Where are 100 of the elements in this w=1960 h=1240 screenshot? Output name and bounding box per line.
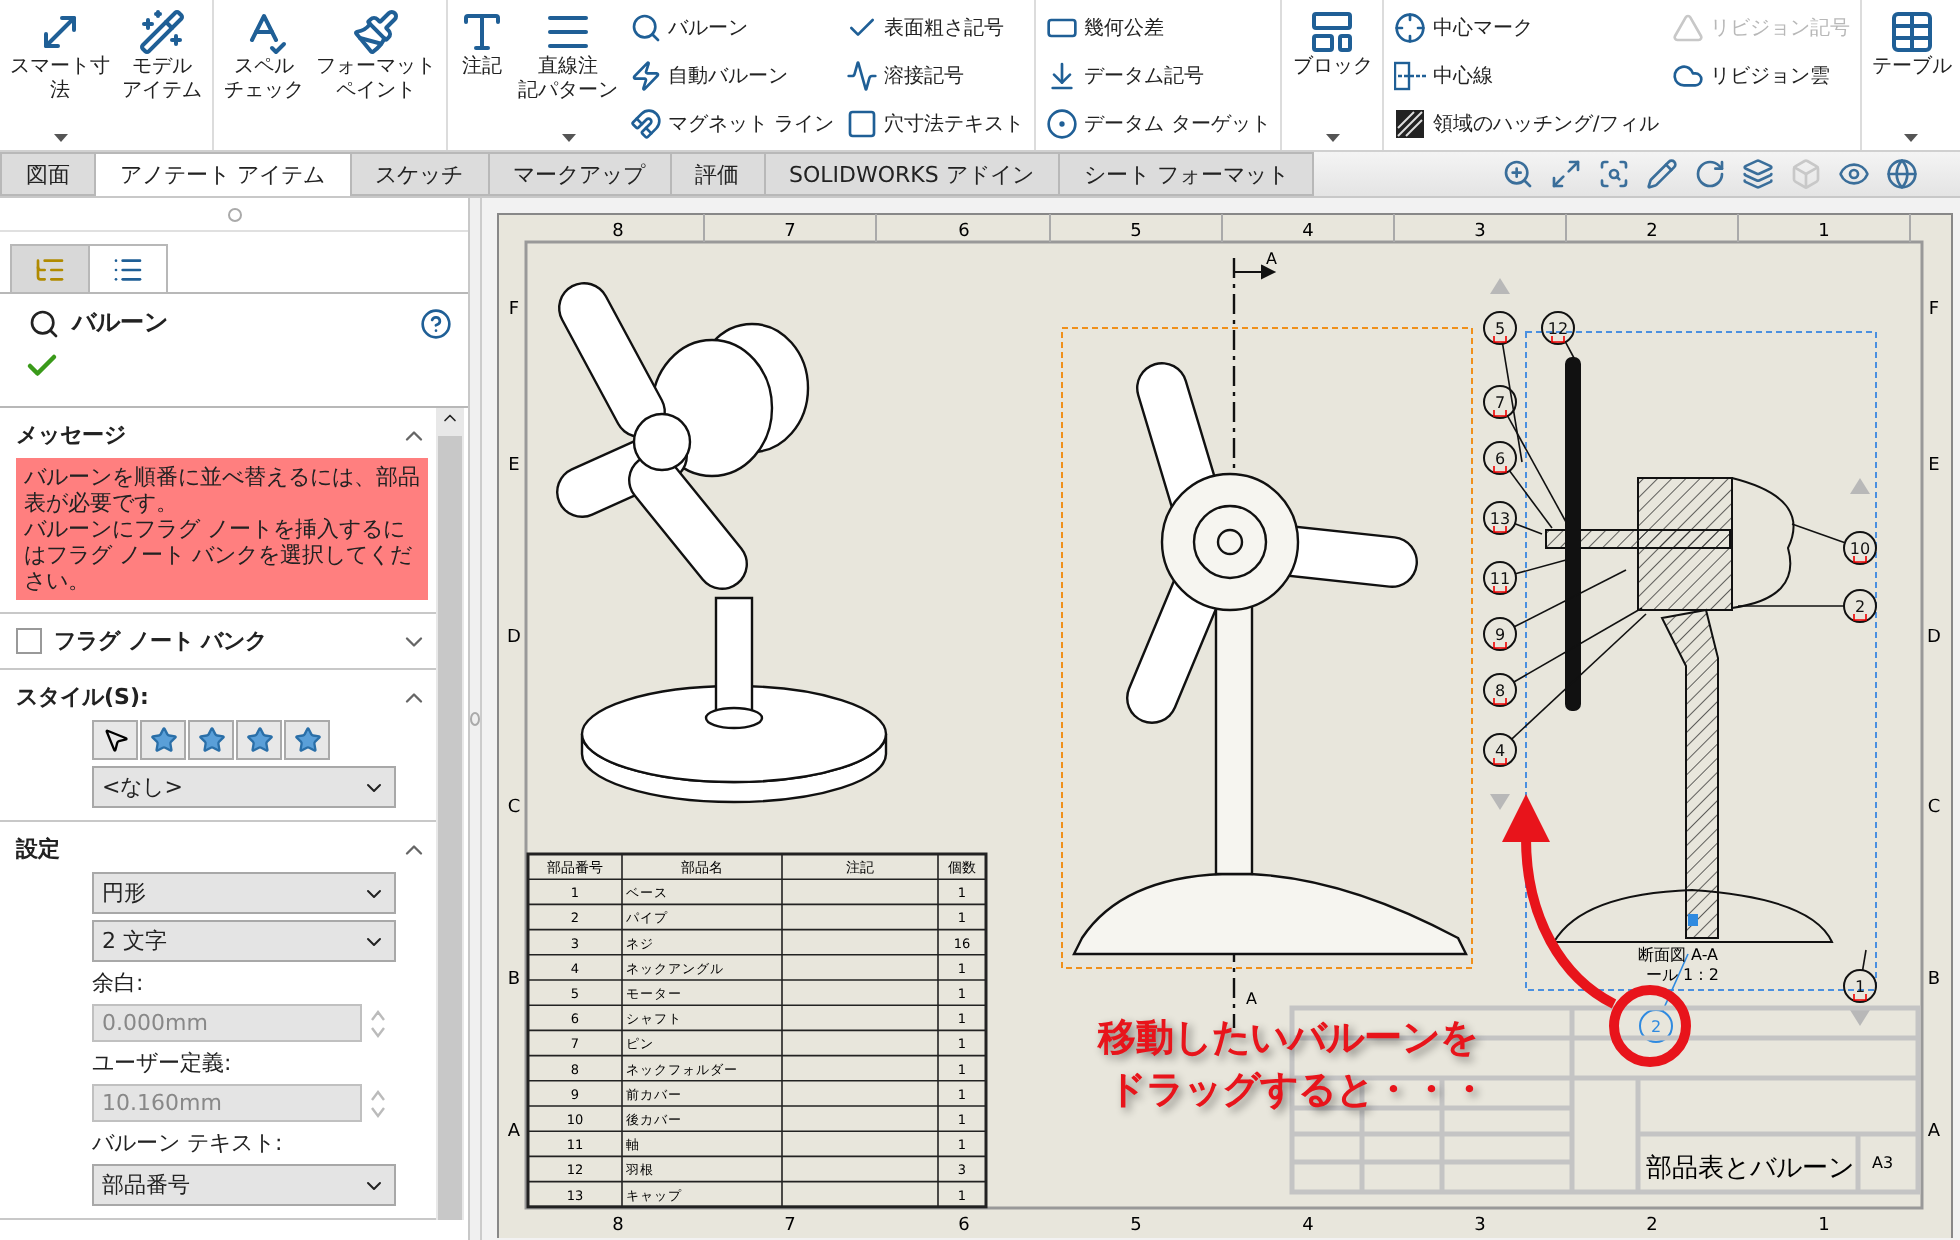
zone-label: 2 — [1646, 1216, 1658, 1236]
ribbon-tab[interactable]: SOLIDWORKS アドイン — [763, 152, 1060, 196]
style-select[interactable]: <なし> — [92, 766, 396, 808]
ribbon-button[interactable]: 注記 — [454, 4, 510, 146]
zigzag-icon — [846, 60, 879, 92]
ribbon-tab[interactable]: アノテート アイテム — [94, 152, 351, 196]
section-arrow — [1233, 264, 1277, 280]
magic-wand-icon — [138, 8, 186, 56]
ribbon-button[interactable]: スマート寸 法 — [6, 4, 114, 146]
star-icon — [245, 726, 273, 754]
ribbon-button[interactable]: 中心マーク — [1390, 6, 1664, 50]
balloon[interactable]: 5 — [1483, 311, 1517, 345]
fit-view-icon[interactable] — [1550, 158, 1583, 190]
crosshair-icon — [1394, 12, 1427, 44]
ribbon-button[interactable]: フォーマット ペイント — [312, 4, 440, 146]
ribbon-tab[interactable]: シート フォーマット — [1057, 152, 1315, 196]
balloon[interactable]: 7 — [1483, 385, 1517, 419]
callout-text: 移動したいバルーンを — [1098, 1016, 1478, 1060]
style-button[interactable] — [92, 720, 138, 760]
ribbon-button[interactable]: テーブル — [1867, 4, 1956, 146]
zoom-area-icon[interactable] — [1598, 158, 1631, 190]
eye-icon[interactable] — [1838, 158, 1871, 190]
dropdown-select[interactable]: 2 文字 — [92, 920, 396, 962]
balloon[interactable]: 8 — [1483, 673, 1517, 707]
paintbrush-icon — [352, 8, 400, 56]
zone-label: A — [507, 1122, 521, 1142]
help-icon[interactable] — [420, 307, 452, 339]
ribbon-button[interactable]: バルーン — [626, 6, 839, 50]
zone-label: 4 — [1302, 222, 1314, 242]
ribbon-button[interactable]: マグネット ライン — [626, 102, 839, 146]
ribbon-button[interactable]: 領域のハッチング/フィル — [1390, 102, 1664, 146]
lightning-icon — [630, 60, 662, 92]
balloon[interactable]: 12 — [1541, 311, 1575, 345]
ribbon-button[interactable]: ブロック — [1288, 4, 1377, 146]
dropdown-select[interactable]: 円形 — [92, 872, 396, 914]
balloon[interactable]: 2 — [1843, 589, 1877, 623]
section-mark: A — [1266, 250, 1277, 268]
scrollbar-thumb[interactable] — [438, 436, 462, 1220]
sheet-size: A3 — [1872, 1154, 1894, 1172]
ribbon-button[interactable]: スペル チェック — [220, 4, 308, 146]
ribbon-button[interactable]: データム ターゲット — [1042, 102, 1275, 146]
ribbon-tab[interactable]: スケッチ — [349, 152, 489, 196]
balloon[interactable]: 13 — [1483, 501, 1517, 535]
zone-label: 3 — [1474, 1216, 1486, 1236]
ribbon-button[interactable]: 直線注 記パターン — [514, 4, 622, 146]
zone-label: B — [507, 970, 521, 990]
magnet-icon — [630, 108, 662, 140]
sphere-icon[interactable] — [1886, 158, 1919, 190]
panel-tab[interactable] — [88, 244, 168, 292]
balloon[interactable]: 10 — [1843, 531, 1877, 565]
leader-line — [1737, 605, 1845, 607]
balloon[interactable]: 6 — [1483, 441, 1517, 475]
zone-label: 1 — [1818, 222, 1830, 242]
ribbon-button[interactable]: 表面粗さ記号 — [842, 6, 1029, 50]
section-title: 設定 — [16, 834, 60, 864]
dropdown-select[interactable]: 部品番号 — [92, 1164, 396, 1206]
star-icon — [149, 726, 177, 754]
grip-icon[interactable] — [227, 207, 241, 221]
rotate-icon[interactable] — [1694, 158, 1727, 190]
ribbon-button[interactable]: 自動バルーン — [626, 54, 839, 98]
leader-line — [1791, 523, 1846, 544]
field-label: 余白: — [92, 968, 146, 998]
ribbon-button[interactable]: リビジョン雲 — [1667, 54, 1854, 98]
star-icon — [293, 726, 321, 754]
balloon[interactable]: 11 — [1483, 561, 1517, 595]
layers-icon[interactable] — [1742, 158, 1775, 190]
pointer-icon — [101, 726, 129, 754]
magnifier-icon — [630, 12, 662, 44]
checkbox-label: フラグ ノート バンク — [54, 626, 268, 656]
centerline-icon — [1394, 60, 1427, 92]
ribbon-button[interactable]: 幾何公差 — [1042, 6, 1275, 50]
scale-label: ール 1 : 2 — [1646, 966, 1720, 984]
section-title: スタイル(S): — [16, 682, 149, 712]
splitter-handle[interactable] — [470, 712, 480, 726]
balloon[interactable]: 9 — [1483, 617, 1517, 651]
zone-label: C — [1927, 798, 1941, 818]
zone-label: 7 — [784, 1216, 796, 1236]
zone-label: 5 — [1130, 1216, 1142, 1236]
ribbon-button[interactable]: データム記号 — [1042, 54, 1275, 98]
checkbox[interactable] — [16, 628, 42, 654]
leader-line — [1861, 949, 1867, 971]
triangle-marker — [1490, 278, 1510, 294]
zoom-icon[interactable] — [1502, 158, 1535, 190]
ribbon-button[interactable]: モデル アイテム — [118, 4, 206, 146]
triangle-marker — [1850, 478, 1870, 494]
ribbon-button[interactable]: 溶接記号 — [842, 54, 1029, 98]
ribbon-button[interactable]: 中心線 — [1390, 54, 1664, 98]
panel-title: バルーン — [72, 306, 170, 340]
ribbon-tab[interactable]: 評価 — [669, 152, 765, 196]
zone-label: F — [508, 300, 520, 320]
ribbon-tab[interactable]: マークアップ — [487, 152, 671, 196]
zone-label: 8 — [612, 1216, 624, 1236]
zone-label: 3 — [1474, 222, 1486, 242]
ribbon-button[interactable]: 穴寸法テキスト — [842, 102, 1029, 146]
square-icon — [846, 108, 879, 140]
letter-icon — [458, 8, 506, 56]
pencil-icon[interactable] — [1646, 158, 1679, 190]
block-icon — [1308, 8, 1357, 56]
ribbon-tab[interactable]: 図面 — [0, 152, 96, 196]
balloon[interactable]: 4 — [1483, 733, 1517, 767]
